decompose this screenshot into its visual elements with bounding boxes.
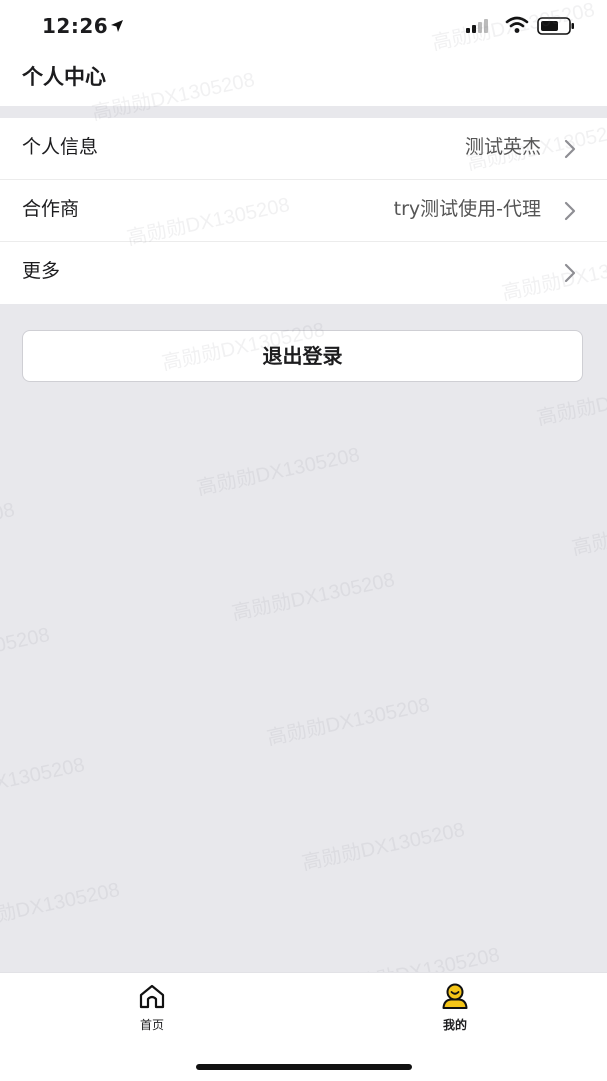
watermark: 高勋勋DX1305208	[230, 568, 397, 625]
page-title: 个人中心	[22, 65, 106, 89]
nav-bar: 个人中心	[0, 56, 607, 106]
battery-icon	[537, 17, 575, 39]
logout-button[interactable]: 退出登录	[22, 330, 583, 382]
list-item-personal-info[interactable]: 个人信息 测试英杰	[0, 118, 607, 180]
watermark: 高勋勋DX1305208	[570, 503, 607, 560]
cellular-signal-icon	[466, 18, 494, 38]
section-divider	[0, 106, 607, 118]
chevron-right-icon	[564, 201, 576, 225]
chevron-right-icon	[564, 263, 576, 287]
watermark: 高勋勋DX1305208	[265, 693, 432, 750]
list-item-more[interactable]: 更多	[0, 242, 607, 304]
location-arrow-icon	[110, 18, 124, 37]
settings-list: 个人信息 测试英杰 合作商 try测试使用-代理 更多	[0, 118, 607, 304]
watermark: 高勋勋DX1305208	[0, 498, 17, 555]
tab-label: 首页	[139, 1018, 164, 1032]
watermark: 高勋勋DX1305208	[0, 878, 122, 935]
status-bar: 12:26	[0, 0, 607, 56]
list-item-label: 合作商	[22, 198, 80, 220]
watermark: 高勋勋DX1305208	[0, 623, 52, 680]
status-time: 12:26	[42, 14, 109, 38]
watermark: 高勋勋DX1305208	[300, 818, 467, 875]
tab-home[interactable]: 首页	[102, 983, 202, 1039]
home-icon	[102, 983, 202, 1013]
watermark: 高勋勋DX1305208	[0, 753, 87, 810]
tab-label: 我的	[442, 1018, 467, 1032]
tab-mine[interactable]: 我的	[405, 983, 505, 1039]
list-item-value: 测试英杰	[464, 136, 541, 158]
home-indicator	[196, 1064, 412, 1070]
list-item-value: try测试使用-代理	[393, 198, 541, 220]
chevron-right-icon	[564, 139, 576, 163]
profile-icon	[405, 983, 505, 1013]
watermark: 高勋勋DX1305208	[195, 443, 362, 500]
list-item-partner[interactable]: 合作商 try测试使用-代理	[0, 180, 607, 242]
list-item-label: 更多	[22, 260, 61, 282]
list-item-label: 个人信息	[22, 136, 99, 158]
wifi-icon	[505, 16, 529, 38]
